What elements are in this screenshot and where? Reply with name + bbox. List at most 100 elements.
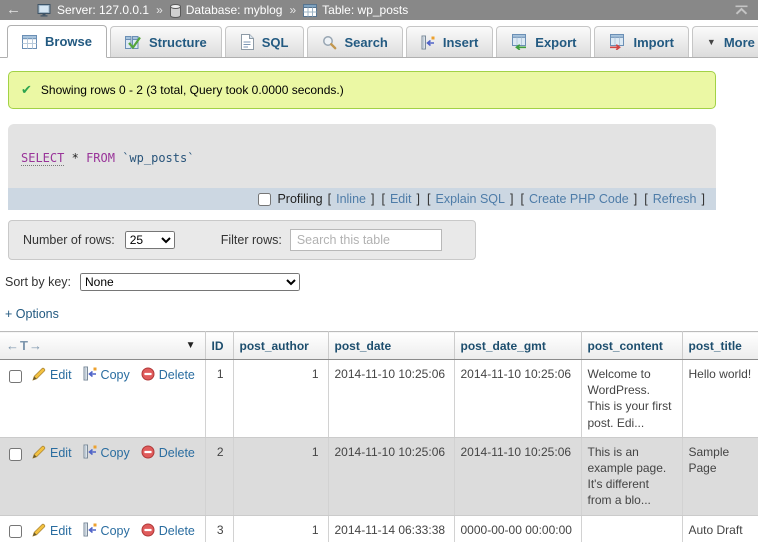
actions-header-cell: ←T→ ▼ — [0, 332, 205, 360]
sort-by-key-row: Sort by key: None — [5, 273, 758, 291]
inline-link[interactable]: Inline — [336, 192, 366, 206]
cell-post-date-gmt: 0000-00-00 00:00:00 — [454, 515, 581, 542]
tab-browse[interactable]: Browse — [7, 25, 107, 58]
database-icon — [170, 4, 181, 18]
edit-query-link[interactable]: Edit — [390, 192, 412, 206]
cell-id: 1 — [205, 360, 233, 438]
collapse-icon[interactable] — [735, 5, 748, 15]
cell-post-title: Sample Page — [682, 437, 758, 515]
success-check-icon: ✔ — [21, 82, 32, 98]
back-arrow-icon[interactable]: ← — [6, 1, 21, 19]
table-icon — [303, 4, 317, 17]
tab-more[interactable]: ▼ More — [692, 26, 758, 57]
cell-post-author: 1 — [233, 360, 328, 438]
cell-post-date-gmt: 2014-11-10 10:25:06 — [454, 360, 581, 438]
tab-import[interactable]: Import — [594, 26, 688, 57]
delete-icon[interactable] — [141, 445, 155, 459]
tab-label: Structure — [149, 35, 207, 50]
edit-link[interactable]: Edit — [50, 368, 72, 382]
browse-icon — [22, 35, 37, 49]
edit-link[interactable]: Edit — [50, 446, 72, 460]
edit-icon[interactable] — [32, 445, 46, 459]
table-header-row: ←T→ ▼ ID post_author post_date post_date… — [0, 332, 758, 360]
breadcrumb-table-link[interactable]: Table: wp_posts — [322, 3, 408, 17]
cell-post-content: This is an example page. It's different … — [581, 437, 682, 515]
bracket: ] — [510, 192, 513, 206]
cell-post-date: 2014-11-10 10:25:06 — [328, 360, 454, 438]
copy-icon[interactable] — [83, 522, 97, 537]
search-icon — [322, 35, 337, 50]
edit-link[interactable]: Edit — [50, 524, 72, 538]
column-header-id[interactable]: ID — [205, 332, 233, 360]
copy-link[interactable]: Copy — [101, 446, 130, 460]
transpose-icon[interactable]: ←T→ — [6, 338, 43, 353]
table-row: Edit Copy Delete 1 1 2014-11-10 10:25:06 2… — [0, 360, 758, 438]
row-checkbox[interactable] — [9, 370, 22, 383]
server-icon — [37, 4, 52, 17]
insert-icon — [421, 35, 435, 50]
results-table: ←T→ ▼ ID post_author post_date post_date… — [0, 331, 758, 542]
column-header-post-date-gmt[interactable]: post_date_gmt — [454, 332, 581, 360]
sort-key-select[interactable]: None — [80, 273, 300, 291]
tab-label: Search — [345, 35, 388, 50]
explain-sql-link[interactable]: Explain SQL — [435, 192, 504, 206]
row-checkbox[interactable] — [9, 525, 22, 538]
delete-link[interactable]: Delete — [159, 368, 195, 382]
profiling-checkbox[interactable] — [258, 193, 271, 206]
filter-input[interactable] — [290, 229, 442, 251]
cell-post-content: Welcome to WordPress. This is your first… — [581, 360, 682, 438]
export-icon — [511, 34, 527, 50]
table-row: EditCopyDelete 3 1 2014-11-14 06:33:38 0… — [0, 515, 758, 542]
success-message-text: Showing rows 0 - 2 (3 total, Query took … — [41, 83, 344, 97]
tab-insert[interactable]: Insert — [406, 26, 493, 57]
copy-icon[interactable] — [83, 444, 97, 459]
bracket: ] — [371, 192, 374, 206]
column-header-post-date[interactable]: post_date — [328, 332, 454, 360]
options-toggle[interactable]: + Options — [5, 307, 59, 321]
tab-label: Insert — [443, 35, 478, 50]
breadcrumb-separator: » — [289, 3, 296, 17]
number-of-rows-label: Number of rows: — [23, 233, 115, 247]
row-checkbox[interactable] — [9, 448, 22, 461]
cell-post-date: 2014-11-10 10:25:06 — [328, 437, 454, 515]
filter-rows-label: Filter rows: — [221, 233, 282, 247]
cell-post-author: 1 — [233, 437, 328, 515]
cell-post-author: 1 — [233, 515, 328, 542]
column-header-post-author[interactable]: post_author — [233, 332, 328, 360]
bracket: ] — [417, 192, 420, 206]
delete-icon[interactable] — [141, 367, 155, 381]
breadcrumb-database-link[interactable]: Database: myblog — [186, 3, 283, 17]
delete-icon[interactable] — [141, 523, 155, 537]
sql-keyword-select: SELECT — [21, 151, 64, 166]
refresh-link[interactable]: Refresh — [653, 192, 697, 206]
column-options-caret-icon[interactable]: ▼ — [186, 340, 196, 351]
tab-label: SQL — [262, 35, 289, 50]
success-message: ✔ Showing rows 0 - 2 (3 total, Query too… — [8, 71, 716, 109]
cell-id: 2 — [205, 437, 233, 515]
delete-link[interactable]: Delete — [159, 524, 195, 538]
sql-table-ref: `wp_posts` — [122, 151, 194, 165]
tab-export[interactable]: Export — [496, 26, 591, 57]
create-php-code-link[interactable]: Create PHP Code — [529, 192, 629, 206]
tab-label: Browse — [45, 34, 92, 49]
tab-label: Export — [535, 35, 576, 50]
tab-label: Import — [633, 35, 673, 50]
edit-icon[interactable] — [32, 523, 46, 537]
copy-link[interactable]: Copy — [101, 368, 130, 382]
column-header-post-title[interactable]: post_title — [682, 332, 758, 360]
delete-link[interactable]: Delete — [159, 446, 195, 460]
tab-search[interactable]: Search — [307, 26, 403, 57]
bracket: ] — [634, 192, 637, 206]
table-row: EditCopyDelete 2 1 2014-11-10 10:25:06 2… — [0, 437, 758, 515]
bracket: ] — [702, 192, 705, 206]
copy-link[interactable]: Copy — [101, 524, 130, 538]
column-header-post-content[interactable]: post_content — [581, 332, 682, 360]
tab-structure[interactable]: Structure — [110, 26, 222, 57]
breadcrumb-bar: ← Server: 127.0.0.1 » Database: myblog »… — [0, 0, 758, 20]
breadcrumb-server-link[interactable]: Server: 127.0.0.1 — [57, 3, 149, 17]
number-of-rows-select[interactable]: 25 — [125, 231, 175, 249]
edit-icon[interactable] — [32, 367, 46, 381]
structure-icon — [125, 35, 141, 50]
tab-sql[interactable]: SQL — [225, 26, 304, 57]
copy-icon[interactable] — [83, 366, 97, 381]
